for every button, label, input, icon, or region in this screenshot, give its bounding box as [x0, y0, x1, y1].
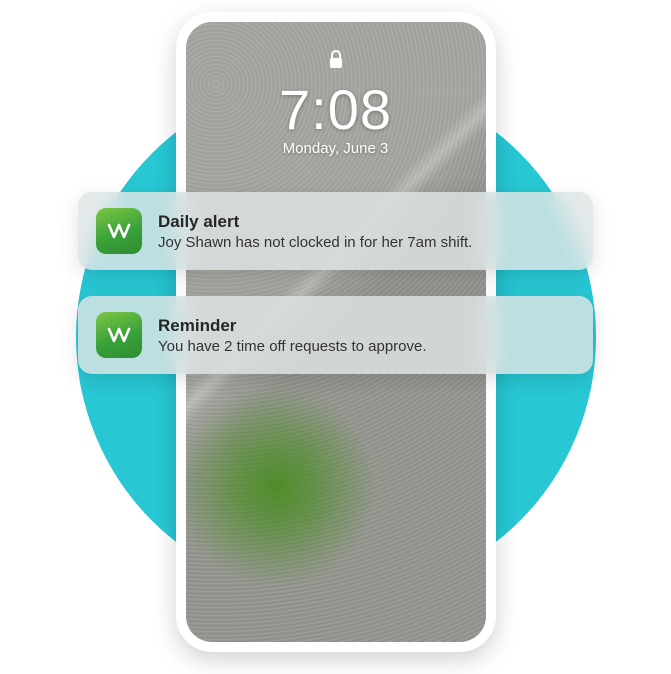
notification-body: You have 2 time off requests to approve. — [158, 338, 427, 355]
notification-content: Daily alert Joy Shawn has not clocked in… — [158, 212, 472, 251]
lockscreen-date: Monday, June 3 — [186, 140, 486, 157]
notification-daily-alert[interactable]: Daily alert Joy Shawn has not clocked in… — [78, 192, 593, 270]
notification-content: Reminder You have 2 time off requests to… — [158, 316, 427, 355]
lockscreen-time: 7:08 — [186, 77, 486, 142]
notification-title: Daily alert — [158, 212, 472, 232]
notification-body: Joy Shawn has not clocked in for her 7am… — [158, 234, 472, 251]
notification-title: Reminder — [158, 316, 427, 336]
lock-icon — [328, 50, 344, 75]
notifications-stack: Daily alert Joy Shawn has not clocked in… — [78, 192, 593, 374]
app-icon — [96, 312, 142, 358]
app-icon — [96, 208, 142, 254]
notification-reminder[interactable]: Reminder You have 2 time off requests to… — [78, 296, 593, 374]
